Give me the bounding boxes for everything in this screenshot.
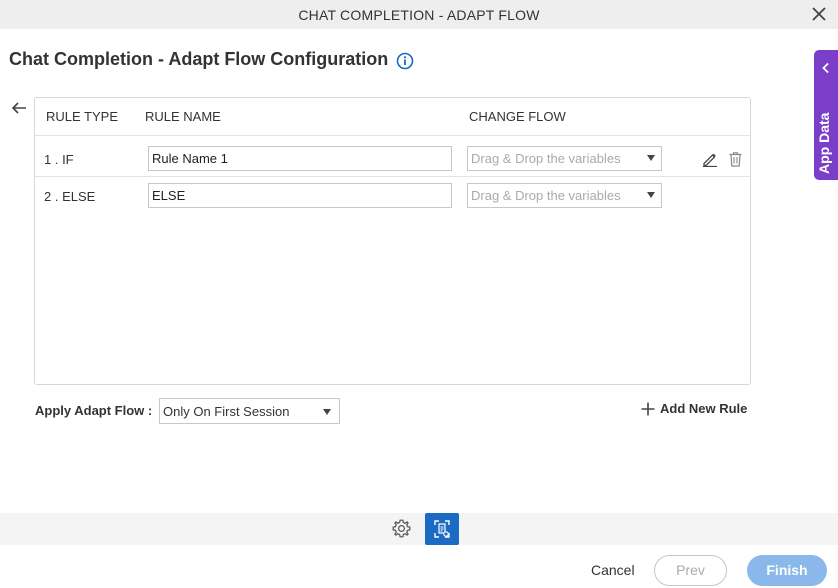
rule-type-label: 1 . IF	[44, 152, 74, 167]
add-new-rule-label: Add New Rule	[660, 401, 748, 416]
page-title: Chat Completion - Adapt Flow Configurati…	[9, 49, 389, 69]
change-flow-placeholder: Drag & Drop the variables	[471, 188, 621, 203]
header-rule-name: RULE NAME	[145, 109, 221, 124]
page-heading: Chat Completion - Adapt Flow Configurati…	[9, 49, 414, 70]
finish-button[interactable]: Finish	[747, 555, 827, 586]
table-row: 2 . ELSE Drag & Drop the variables	[35, 178, 750, 216]
app-data-panel-toggle[interactable]: App Data	[814, 50, 838, 180]
table-header: RULE TYPE RULE NAME CHANGE FLOW	[35, 98, 750, 136]
rule-type-label: 2 . ELSE	[44, 189, 96, 204]
gear-icon[interactable]	[391, 518, 412, 539]
back-arrow-icon[interactable]	[10, 100, 28, 116]
dropdown-caret-icon	[323, 409, 331, 415]
document-view-button[interactable]	[425, 513, 459, 545]
dropdown-caret-icon	[647, 192, 655, 198]
document-icon	[434, 520, 450, 538]
header-rule-type: RULE TYPE	[46, 109, 119, 124]
bottom-toolbar	[0, 513, 838, 545]
apply-adapt-flow-select[interactable]: Only On First Session	[159, 398, 340, 424]
close-icon[interactable]	[810, 5, 828, 23]
rule-name-input[interactable]	[148, 183, 452, 208]
rule-name-input[interactable]	[148, 146, 452, 171]
table-row: 1 . IF Drag & Drop the variables	[35, 139, 750, 177]
chevron-left-icon	[822, 62, 829, 74]
plus-icon	[641, 402, 655, 415]
apply-adapt-flow-label: Apply Adapt Flow :	[35, 403, 153, 418]
rules-table: RULE TYPE RULE NAME CHANGE FLOW 1 . IF D…	[34, 97, 751, 385]
change-flow-dropdown[interactable]: Drag & Drop the variables	[467, 183, 662, 208]
cancel-button[interactable]: Cancel	[591, 562, 635, 578]
header-change-flow: CHANGE FLOW	[469, 109, 566, 124]
edit-icon[interactable]	[702, 151, 718, 167]
title-bar: CHAT COMPLETION - ADAPT FLOW	[0, 0, 838, 29]
change-flow-placeholder: Drag & Drop the variables	[471, 151, 621, 166]
delete-icon[interactable]	[728, 151, 743, 167]
prev-button[interactable]: Prev	[654, 555, 727, 586]
apply-adapt-flow-value: Only On First Session	[163, 404, 290, 419]
info-icon[interactable]	[396, 52, 414, 70]
add-new-rule-button[interactable]: Add New Rule	[641, 401, 747, 416]
app-data-label: App Data	[816, 112, 832, 174]
window-title: CHAT COMPLETION - ADAPT FLOW	[298, 6, 540, 23]
dropdown-caret-icon	[647, 155, 655, 161]
change-flow-dropdown[interactable]: Drag & Drop the variables	[467, 146, 662, 171]
